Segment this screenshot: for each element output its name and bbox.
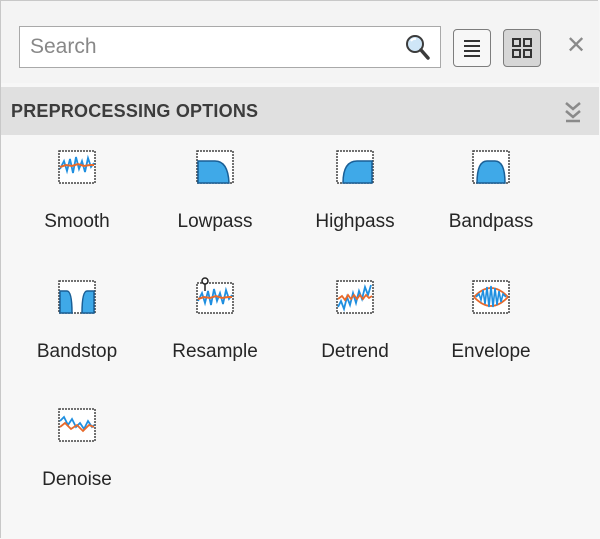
collapse-chevrons-icon[interactable] (561, 99, 585, 125)
envelope-icon (472, 280, 510, 314)
option-label: Bandstop (36, 341, 118, 362)
option-label: Lowpass (177, 211, 253, 232)
preprocessing-panel: ✕ PREPROCESSING OPTIONS Smooth Lowpass (0, 0, 599, 539)
list-view-button[interactable] (453, 29, 491, 67)
option-bandpass[interactable]: Bandpass (431, 135, 551, 255)
close-icon[interactable]: ✕ (561, 31, 591, 61)
bandpass-icon (472, 150, 510, 184)
option-label: Detrend (321, 341, 389, 362)
option-detrend[interactable]: Detrend (295, 265, 415, 385)
detrend-icon (336, 280, 374, 314)
grid-view-icon (512, 38, 532, 58)
resample-icon (196, 277, 234, 314)
smooth-icon (58, 150, 96, 184)
option-smooth[interactable]: Smooth (17, 135, 137, 255)
option-lowpass[interactable]: Lowpass (155, 135, 275, 255)
option-highpass[interactable]: Highpass (295, 135, 415, 255)
option-denoise[interactable]: Denoise (17, 393, 137, 513)
section-header[interactable]: PREPROCESSING OPTIONS (1, 87, 599, 135)
panel-toolbar: ✕ (1, 1, 599, 83)
denoise-icon (58, 408, 96, 442)
preprocessing-gallery: Smooth Lowpass Highpass Bandpass Bandsto… (1, 135, 599, 539)
lowpass-icon (196, 150, 234, 184)
bandstop-icon (58, 280, 96, 314)
search-input[interactable] (20, 27, 410, 67)
section-title: PREPROCESSING OPTIONS (11, 101, 259, 121)
search-icon[interactable] (404, 33, 430, 61)
option-label: Bandpass (448, 211, 534, 232)
option-resample[interactable]: Resample (155, 265, 275, 385)
option-label: Smooth (44, 211, 110, 232)
highpass-icon (336, 150, 374, 184)
option-bandstop[interactable]: Bandstop (17, 265, 137, 385)
option-envelope[interactable]: Envelope (431, 265, 551, 385)
option-label: Highpass (315, 211, 395, 232)
option-label: Resample (172, 341, 258, 362)
option-label: Envelope (451, 341, 531, 362)
list-view-icon (464, 40, 480, 57)
search-box[interactable] (19, 26, 441, 68)
grid-view-button[interactable] (503, 29, 541, 67)
option-label: Denoise (42, 469, 112, 490)
